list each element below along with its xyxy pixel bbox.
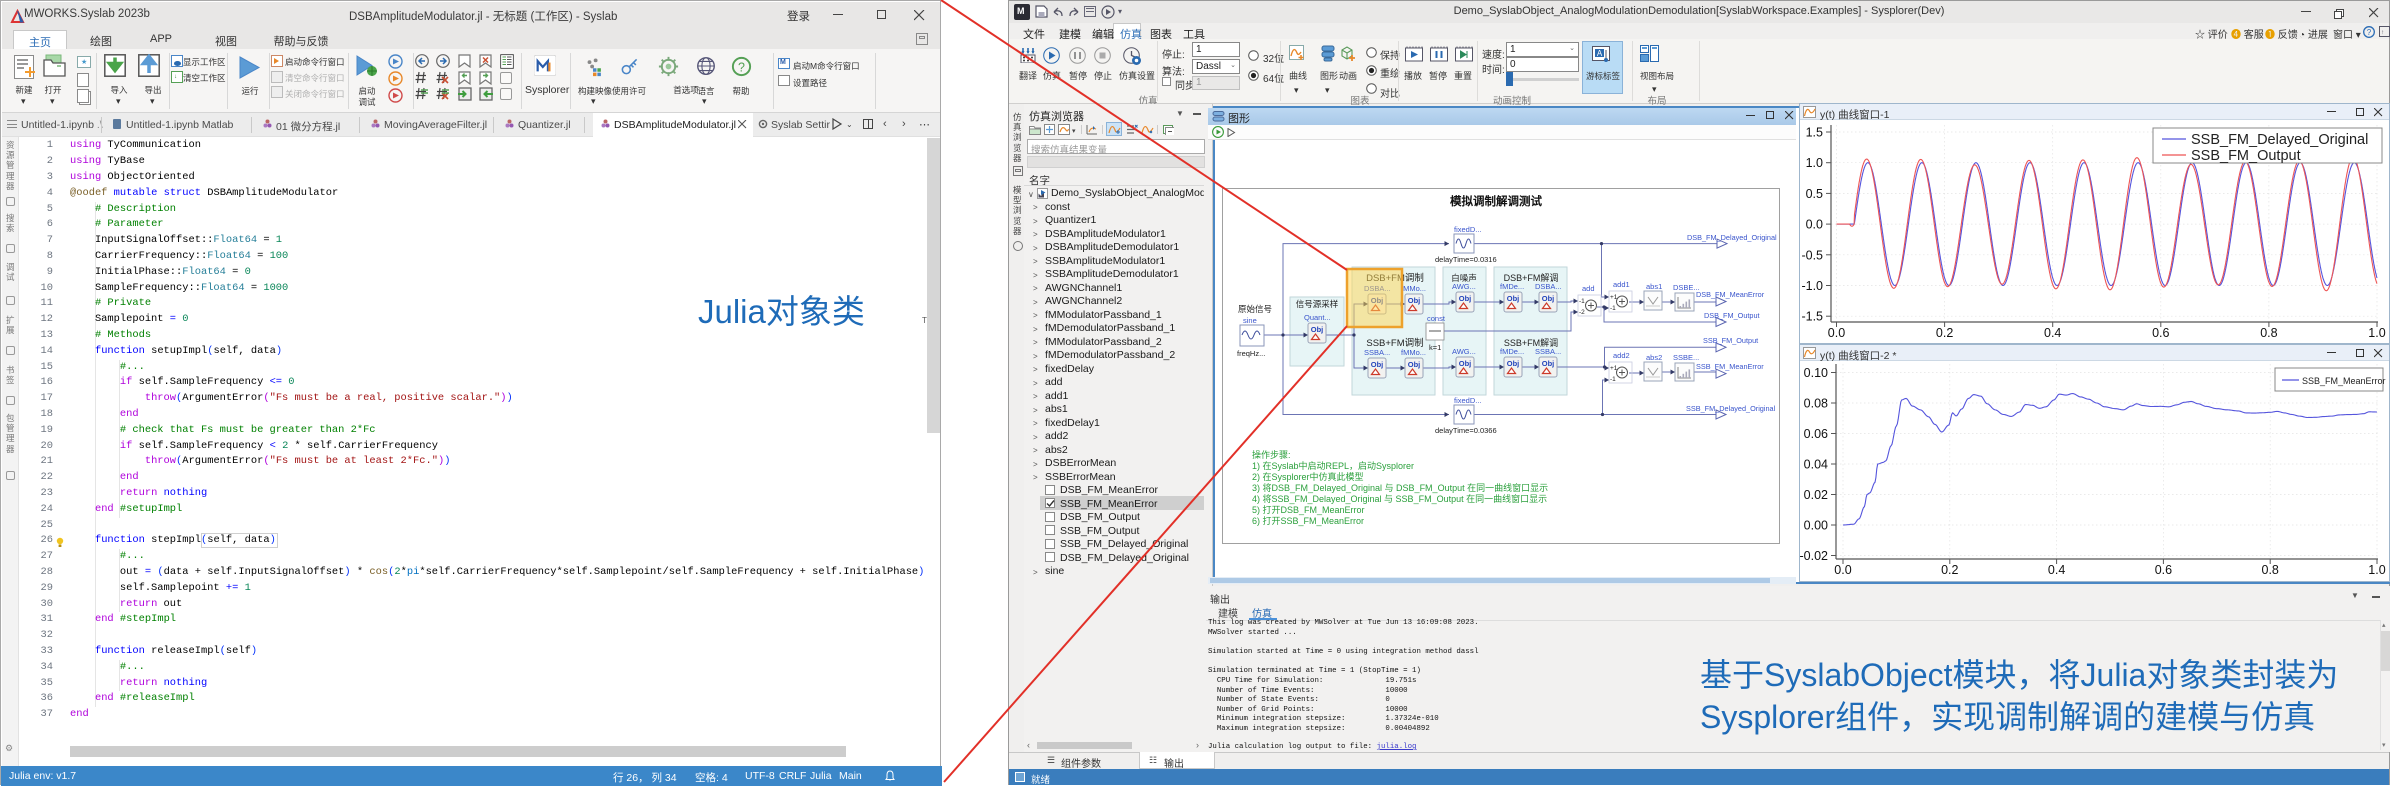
svg-text:Obj: Obj <box>1408 296 1421 305</box>
svg-text:SSB_FM_MeanError: SSB_FM_MeanError <box>1696 362 1764 371</box>
svg-text:0.04: 0.04 <box>1804 458 1828 472</box>
svg-text:0.4: 0.4 <box>2044 326 2061 340</box>
svg-text:DSBA...: DSBA... <box>1535 282 1562 291</box>
svg-text:1.0: 1.0 <box>1806 156 1823 170</box>
svg-text:SSB_FM_Delayed_Original: SSB_FM_Delayed_Original <box>1686 404 1776 413</box>
svg-text:?: ? <box>2367 28 2372 37</box>
svg-text:A: A <box>1597 49 1603 58</box>
svg-text:0.4: 0.4 <box>2048 563 2065 577</box>
svg-text:abs2: abs2 <box>1646 353 1662 362</box>
svg-text:+1: +1 <box>1610 294 1618 301</box>
svg-text:fMDe...: fMDe... <box>1500 347 1524 356</box>
svg-text:sine: sine <box>1243 316 1257 325</box>
svg-text:5) 打开DSB_FM_MeanError: 5) 打开DSB_FM_MeanError <box>1252 504 1365 515</box>
svg-text:0.0: 0.0 <box>1834 563 1851 577</box>
svg-text:fMDe...: fMDe... <box>1500 282 1524 291</box>
svg-text:0.00: 0.00 <box>1804 519 1828 533</box>
svg-text:Obj: Obj <box>1459 359 1472 368</box>
svg-text:add: add <box>1582 284 1595 293</box>
svg-text:0.8: 0.8 <box>2262 563 2279 577</box>
svg-text:add1: add1 <box>1613 280 1630 289</box>
svg-text:0.6: 0.6 <box>2152 326 2169 340</box>
svg-text:abs1: abs1 <box>1646 282 1662 291</box>
svg-text:DSB+FM调制: DSB+FM调制 <box>1366 272 1424 284</box>
svg-text:Obj: Obj <box>1311 325 1324 334</box>
svg-text:AWG...: AWG... <box>1452 282 1476 291</box>
svg-text:-0.02: -0.02 <box>1800 549 1828 563</box>
svg-text:3) 将DSB_FM_Delayed_Original 与: 3) 将DSB_FM_Delayed_Original 与 DSB_FM_Out… <box>1252 482 1548 493</box>
svg-text:原始信号: 原始信号 <box>1238 304 1272 314</box>
svg-text:0.10: 0.10 <box>1804 366 1828 380</box>
svg-text:1.0: 1.0 <box>2368 563 2385 577</box>
svg-text:-1: -1 <box>1610 376 1616 383</box>
svg-text:AWG...: AWG... <box>1452 347 1476 356</box>
svg-text:2) 在Sysplorer中仿真此模型: 2) 在Sysplorer中仿真此模型 <box>1252 471 1364 482</box>
svg-text:fixedD...: fixedD... <box>1454 225 1482 234</box>
svg-text:0.0: 0.0 <box>1828 326 1845 340</box>
svg-text:SSBA...: SSBA... <box>1535 347 1561 356</box>
svg-text:0.08: 0.08 <box>1804 397 1828 411</box>
svg-text:Obj: Obj <box>1408 360 1421 369</box>
svg-text:0.2: 0.2 <box>1936 326 1953 340</box>
svg-text:SSBE...: SSBE... <box>1673 353 1699 362</box>
svg-text:freqHz...: freqHz... <box>1237 349 1265 358</box>
svg-text:DSB_FM_Delayed_Original: DSB_FM_Delayed_Original <box>1687 233 1777 242</box>
svg-text:-1: -1 <box>1579 298 1585 305</box>
svg-text:-1.5: -1.5 <box>1801 310 1823 324</box>
svg-text:0.0: 0.0 <box>1806 218 1823 232</box>
svg-text:-1: -1 <box>1610 305 1616 312</box>
svg-text:k=1: k=1 <box>1429 343 1441 352</box>
svg-text:1.0: 1.0 <box>2368 326 2385 340</box>
svg-text:fixedD...: fixedD... <box>1454 396 1482 405</box>
svg-text:add2: add2 <box>1613 351 1630 360</box>
svg-text:delayTime=0.0316: delayTime=0.0316 <box>1435 255 1497 264</box>
svg-text:0.8: 0.8 <box>2260 326 2277 340</box>
svg-text:-1.0: -1.0 <box>1801 279 1823 293</box>
svg-text:DSB_FM_MeanError: DSB_FM_MeanError <box>1696 290 1765 299</box>
svg-text:0.2: 0.2 <box>1941 563 1958 577</box>
svg-text:Obj: Obj <box>1542 294 1555 303</box>
svg-text:-0.5: -0.5 <box>1801 248 1823 262</box>
svg-text:-2: -2 <box>1579 309 1585 316</box>
svg-text:0.6: 0.6 <box>2155 563 2172 577</box>
svg-text:Quant...: Quant... <box>1304 313 1331 322</box>
svg-text:信号源采样: 信号源采样 <box>1296 299 1339 309</box>
svg-text:Obj: Obj <box>1542 359 1555 368</box>
svg-text:Obj: Obj <box>1507 294 1520 303</box>
svg-text:0.5: 0.5 <box>1806 187 1823 201</box>
svg-text:SSB_FM_Output: SSB_FM_Output <box>1703 336 1758 345</box>
svg-text:1.5: 1.5 <box>1806 126 1823 140</box>
svg-text:6) 打开SSB_FM_MeanError: 6) 打开SSB_FM_MeanError <box>1252 515 1364 526</box>
svg-text:4) 将SSB_FM_Delayed_Original 与: 4) 将SSB_FM_Delayed_Original 与 SSB_FM_Out… <box>1252 493 1547 504</box>
svg-text:DSBA...: DSBA... <box>1364 284 1391 293</box>
svg-text:操作步骤:: 操作步骤: <box>1252 449 1291 460</box>
svg-text:模拟调制解调测试: 模拟调制解调测试 <box>1450 194 1542 208</box>
svg-text:SSBA...: SSBA... <box>1364 348 1390 357</box>
svg-text:0.02: 0.02 <box>1804 488 1828 502</box>
svg-text:fMMo...: fMMo... <box>1401 348 1426 357</box>
svg-text:0.06: 0.06 <box>1804 427 1828 441</box>
svg-text:const: const <box>1427 314 1446 323</box>
svg-text:SSB_FM_MeanError: SSB_FM_MeanError <box>2302 376 2386 386</box>
svg-text:Obj: Obj <box>1371 360 1384 369</box>
svg-text:Obj: Obj <box>1507 359 1520 368</box>
svg-text:delayTime=0.0366: delayTime=0.0366 <box>1435 426 1497 435</box>
svg-text:1) 在Syslab中启动REPL，启动Sysplorer: 1) 在Syslab中启动REPL，启动Sysplorer <box>1252 460 1414 471</box>
svg-text:SSB_FM_Output: SSB_FM_Output <box>2191 148 2301 164</box>
svg-text:+1: +1 <box>1610 365 1618 372</box>
svg-text:DSB_FM_Output: DSB_FM_Output <box>1704 311 1760 320</box>
svg-text:fMMo...: fMMo... <box>1401 284 1426 293</box>
svg-text:?: ? <box>738 60 745 74</box>
svg-text:Obj: Obj <box>1459 294 1472 303</box>
svg-text:SSB_FM_Delayed_Original: SSB_FM_Delayed_Original <box>2191 132 2368 148</box>
svg-text:Obj: Obj <box>1371 296 1384 305</box>
